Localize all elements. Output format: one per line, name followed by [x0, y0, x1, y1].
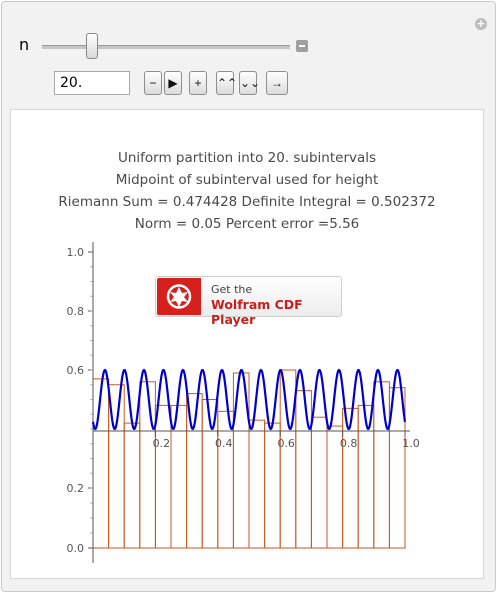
- cdf-get-text: Get the: [211, 283, 253, 296]
- n-slider-thumb[interactable]: [86, 33, 98, 59]
- double-up-chevron-icon: ⌃⌃: [217, 76, 238, 90]
- step-back-button[interactable]: −: [144, 71, 162, 95]
- slider-label: n: [19, 35, 30, 54]
- collapse-icon[interactable]: [296, 40, 308, 52]
- cdf-player-badge[interactable]: Get the Wolfram CDF Player: [155, 276, 342, 327]
- play-button[interactable]: ▶: [164, 71, 182, 95]
- plot-area: Uniform partition into 20. subintervals …: [10, 109, 484, 579]
- play-icon: ▶: [168, 76, 178, 90]
- double-down-chevron-icon: ⌄⌄: [240, 76, 261, 90]
- add-icon[interactable]: +: [475, 18, 487, 30]
- step-forward-button[interactable]: +: [189, 71, 207, 95]
- title-partition: Uniform partition into 20. subintervals: [117, 150, 377, 166]
- direction-button[interactable]: →: [266, 71, 288, 95]
- n-slider-track[interactable]: [42, 45, 290, 49]
- title-riemann: Riemann Sum = 0.474428 Definite Integral…: [58, 194, 436, 210]
- title-midpoint: Midpoint of subinterval used for height: [115, 172, 379, 188]
- slower-button[interactable]: ⌄⌄: [239, 71, 261, 95]
- n-value-input[interactable]: [54, 71, 130, 95]
- faster-button[interactable]: ⌃⌃: [216, 71, 238, 95]
- cdf-logo-icon: [157, 278, 201, 315]
- title-norm: Norm = 0.05 Percent error =5.56: [134, 216, 360, 232]
- cdf-player-name: Wolfram CDF Player: [211, 297, 303, 327]
- right-arrow-icon: →: [271, 76, 283, 90]
